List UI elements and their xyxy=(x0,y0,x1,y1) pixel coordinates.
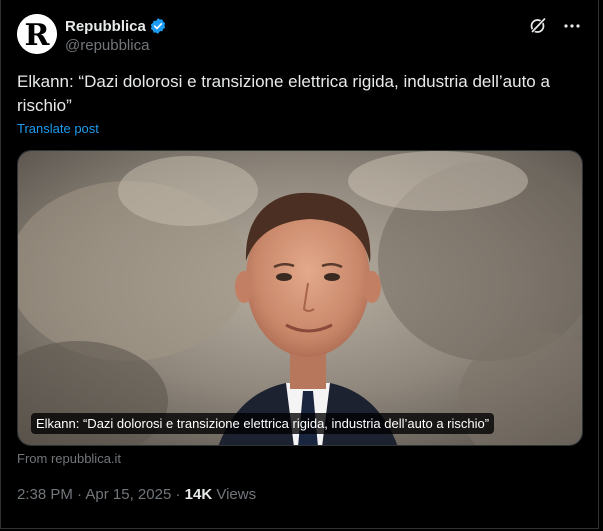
card-image-caption: Elkann: “Dazi dolorosi e transizione ele… xyxy=(31,413,495,434)
tweet-header: R Repubblica @repubblica xyxy=(17,14,582,58)
link-card[interactable]: Elkann: “Dazi dolorosi e transizione ele… xyxy=(17,150,583,446)
translate-post-link[interactable]: Translate post xyxy=(17,121,99,136)
header-actions xyxy=(528,16,582,36)
display-name[interactable]: Repubblica xyxy=(65,18,146,35)
avatar[interactable]: R xyxy=(17,14,57,54)
views-label: Views xyxy=(216,486,257,503)
grok-icon[interactable] xyxy=(528,16,548,36)
card-image xyxy=(18,151,582,445)
tweet-text: Elkann: “Dazi dolorosi e transizione ele… xyxy=(17,72,550,115)
tweet-time[interactable]: 2:38 PM xyxy=(17,486,73,503)
meta-separator: · xyxy=(77,486,83,503)
tweet-meta: 2:38 PM · Apr 15, 2025 · 14K Views xyxy=(17,486,256,503)
more-icon[interactable] xyxy=(562,16,582,36)
tweet-container: R Repubblica @repubblica Elkann: “Dazi d… xyxy=(0,0,599,529)
verified-badge-icon xyxy=(149,17,167,35)
author-names: Repubblica @repubblica xyxy=(65,16,167,54)
meta-separator: · xyxy=(175,486,181,503)
tweet-date[interactable]: Apr 15, 2025 xyxy=(85,486,171,503)
avatar-letter: R xyxy=(25,18,51,53)
author-handle[interactable]: @repubblica xyxy=(65,37,167,54)
views-count[interactable]: 14K xyxy=(185,486,213,503)
card-source-link[interactable]: From repubblica.it xyxy=(17,451,121,466)
